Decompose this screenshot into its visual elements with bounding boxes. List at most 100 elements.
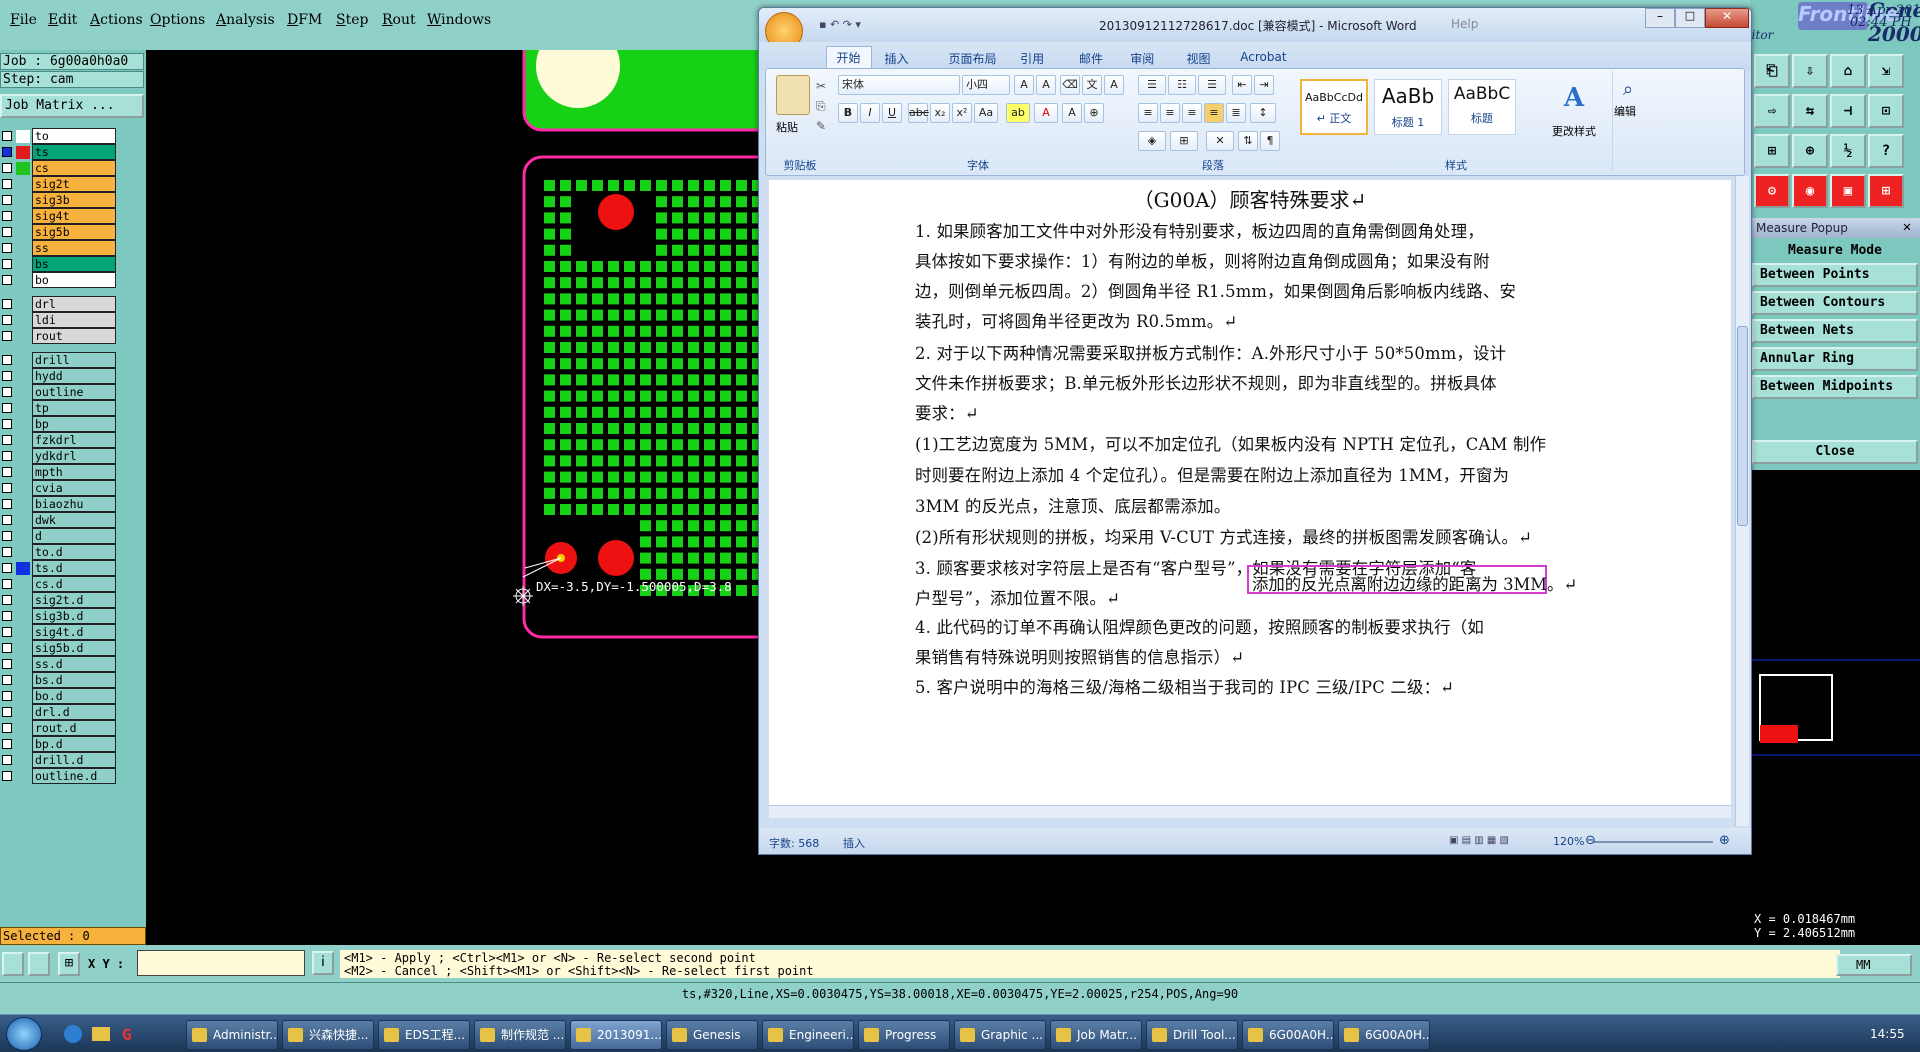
layer-row[interactable]: rout	[0, 328, 118, 344]
measure-icon[interactable]: ▣	[1830, 174, 1866, 208]
layer-checkbox[interactable]	[2, 547, 12, 557]
font-name-select[interactable]: 宋体	[838, 75, 960, 95]
multilevel-list-icon[interactable]: ☰	[1198, 75, 1226, 95]
layer-name[interactable]: ss.d	[32, 656, 116, 672]
layer-checkbox[interactable]	[2, 435, 12, 445]
layer-row[interactable]: bp.d	[0, 736, 118, 752]
scale-icon[interactable]: ½	[1830, 134, 1866, 168]
layer-checkbox[interactable]	[2, 675, 12, 685]
layer-checkbox[interactable]	[2, 531, 12, 541]
layer-row[interactable]: ts.d	[0, 560, 118, 576]
layer-row[interactable]: drl.d	[0, 704, 118, 720]
zoom-out-icon[interactable]: ⊖	[1585, 833, 1596, 848]
layer-name[interactable]: sig2t.d	[32, 592, 116, 608]
italic-icon[interactable]: I	[860, 103, 880, 123]
layer-checkbox[interactable]	[2, 419, 12, 429]
layer-row[interactable]: mpth	[0, 464, 118, 480]
taskbar-item[interactable]: 6G00A0H...	[1242, 1020, 1334, 1050]
layer-checkbox[interactable]	[2, 691, 12, 701]
layer-row[interactable]: cvia	[0, 480, 118, 496]
layer-name[interactable]: outline	[32, 384, 116, 400]
change-styles-icon[interactable]: A	[1560, 83, 1588, 119]
layer-checkbox[interactable]	[2, 595, 12, 605]
layer-row[interactable]: to	[0, 128, 118, 144]
layer-name[interactable]: ts.d	[32, 560, 116, 576]
change-styles-label[interactable]: 更改样式	[1552, 123, 1596, 139]
bullets-icon[interactable]: ☰	[1138, 75, 1166, 95]
layer-row[interactable]: fzkdrl	[0, 432, 118, 448]
tab-3[interactable]: 引用	[1020, 50, 1044, 67]
vertical-scrollbar[interactable]	[1735, 176, 1749, 826]
layer-row[interactable]: bs.d	[0, 672, 118, 688]
layer-name[interactable]: bo.d	[32, 688, 116, 704]
layer-name[interactable]: sig3b.d	[32, 608, 116, 624]
line-spacing-icon[interactable]: ↕	[1250, 103, 1276, 123]
layer-checkbox[interactable]	[2, 243, 12, 253]
layer-checkbox[interactable]	[2, 227, 12, 237]
layer-row[interactable]: tp	[0, 400, 118, 416]
paste-label[interactable]: 粘贴	[776, 119, 798, 135]
measure-option-between-midpoints[interactable]: Between Midpoints	[1752, 375, 1918, 399]
layer-row[interactable]: hydd	[0, 368, 118, 384]
layer-checkbox[interactable]	[2, 179, 12, 189]
underline-icon[interactable]: U	[882, 103, 902, 123]
layer-name[interactable]: ss	[32, 240, 116, 256]
zoom-in-icon[interactable]: ⊕	[1719, 833, 1730, 848]
menu-actions[interactable]: Actions	[90, 12, 143, 28]
layer-name[interactable]: ts	[32, 144, 116, 160]
close-button[interactable]: ✕	[1705, 8, 1749, 28]
horizontal-scrollbar[interactable]	[769, 805, 1731, 818]
distributed-icon[interactable]: ≣	[1226, 103, 1246, 123]
numbering-icon[interactable]: ☷	[1168, 75, 1196, 95]
scroll-thumb[interactable]	[1737, 326, 1748, 526]
menu-file[interactable]: File	[10, 12, 37, 28]
layer-name[interactable]: ydkdrl	[32, 448, 116, 464]
layer-checkbox[interactable]	[2, 515, 12, 525]
layer-name[interactable]: sig4t	[32, 208, 116, 224]
insert-mode[interactable]: 插入	[843, 835, 865, 851]
menu-dfm[interactable]: DFM	[287, 12, 322, 28]
menu-rout[interactable]: Rout	[382, 12, 416, 28]
char-border-icon[interactable]: A	[1104, 75, 1124, 95]
measure-option-between-contours[interactable]: Between Contours	[1752, 291, 1918, 315]
layer-name[interactable]: cvia	[32, 480, 116, 496]
decrease-indent-icon[interactable]: ⇤	[1232, 75, 1252, 95]
tab-2[interactable]: 页面布局	[948, 50, 996, 67]
layer-row[interactable]: ss.d	[0, 656, 118, 672]
layer-checkbox[interactable]	[2, 299, 12, 309]
view-buttons[interactable]: ▣ ▤ ▥ ▦ ▧	[1449, 835, 1529, 849]
layer-row[interactable]: dwk	[0, 512, 118, 528]
document-page[interactable]: （G00A）顾客特殊要求↵ 1. 如果顾客加工文件中对外形没有特别要求，板边四周…	[769, 180, 1731, 818]
snap-icon[interactable]: ⇩	[1792, 54, 1828, 88]
layer-checkbox[interactable]	[2, 147, 12, 157]
layer-checkbox[interactable]	[2, 355, 12, 365]
align-center-icon[interactable]: ≡	[1160, 103, 1180, 123]
layer-checkbox[interactable]	[2, 211, 12, 221]
layer-name[interactable]: bp	[32, 416, 116, 432]
layer-checkbox[interactable]	[2, 275, 12, 285]
layer-name[interactable]: bp.d	[32, 736, 116, 752]
bold-icon[interactable]: B	[838, 103, 858, 123]
layer-name[interactable]: sig5b	[32, 224, 116, 240]
layer-checkbox[interactable]	[2, 707, 12, 717]
taskbar-item[interactable]: Job Matr...	[1050, 1020, 1142, 1050]
layer-row[interactable]: drl	[0, 296, 118, 312]
layer-name[interactable]: drl	[32, 296, 116, 312]
layer-row[interactable]: bo	[0, 272, 118, 288]
ie-icon[interactable]	[64, 1025, 82, 1043]
units-selector[interactable]: MM	[1836, 954, 1912, 976]
xy-input[interactable]	[137, 950, 305, 976]
layer-row[interactable]: cs	[0, 160, 118, 176]
layer-checkbox[interactable]	[2, 499, 12, 509]
layer-name[interactable]: cs	[32, 160, 116, 176]
layer-row[interactable]: outline.d	[0, 768, 118, 784]
word-count[interactable]: 字数: 568	[769, 835, 819, 851]
format-painter-icon[interactable]: ✎	[816, 119, 826, 133]
layer-row[interactable]: sig3b.d	[0, 608, 118, 624]
layer-name[interactable]: bs	[32, 256, 116, 272]
layer-row[interactable]: sig2t.d	[0, 592, 118, 608]
layer-checkbox[interactable]	[2, 755, 12, 765]
layer-checkbox[interactable]	[2, 483, 12, 493]
taskbar-item[interactable]: Progress	[858, 1020, 950, 1050]
layer-checkbox[interactable]	[2, 627, 12, 637]
